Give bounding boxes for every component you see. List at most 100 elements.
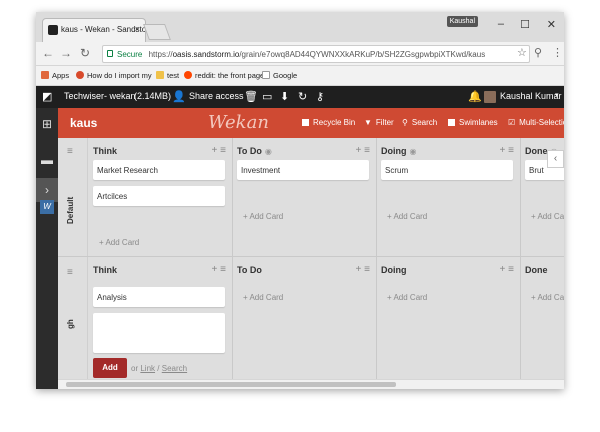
share-access-button[interactable]: Share access xyxy=(189,91,244,101)
collapse-sidebar-chevron-icon[interactable]: ‹ xyxy=(547,150,564,168)
composer-links: or Link / Search xyxy=(131,364,188,373)
notification-bell-icon[interactable]: 🔔 xyxy=(468,90,482,103)
list-title[interactable]: Doing ◉ xyxy=(381,146,416,156)
menu-kebab-icon[interactable]: ⋮ xyxy=(552,46,563,59)
board-title[interactable]: kaus xyxy=(70,116,97,130)
display-icon[interactable]: ▭ xyxy=(262,90,272,103)
list-add-menu-icon[interactable]: + ≡ xyxy=(500,145,514,156)
forward-icon[interactable]: → xyxy=(60,46,72,60)
trash-icon[interactable]: 🗑 xyxy=(244,90,258,103)
sandstorm-topbar: ◩ Techwiser- wekan (2.14MB) 👤 Share acce… xyxy=(36,86,564,108)
apps-grid-icon xyxy=(41,71,49,79)
new-tab-button[interactable] xyxy=(143,24,171,40)
search-link[interactable]: Search xyxy=(162,364,187,373)
list-title[interactable]: Done xyxy=(525,265,548,275)
add-card-link[interactable]: + Add Card xyxy=(243,293,283,302)
list-to-do: To Do + ≡ + Add Card xyxy=(233,257,377,379)
user-menu-caret-icon[interactable]: ▾ xyxy=(555,91,559,99)
folder-icon[interactable]: ▬ xyxy=(36,148,58,172)
list-add-menu-icon[interactable]: + ≡ xyxy=(212,264,226,275)
page-icon xyxy=(262,71,270,79)
add-card-link[interactable]: + Add Card xyxy=(531,293,564,302)
link-link[interactable]: Link xyxy=(140,364,155,373)
recycle-bin-button[interactable]: Recycle Bin xyxy=(302,118,355,127)
browser-tab[interactable]: kaus - Wekan - Sandstorm × xyxy=(42,18,146,42)
add-button[interactable]: Add xyxy=(93,358,127,378)
extension-icon[interactable]: ⚲ xyxy=(534,46,542,59)
minimize-icon[interactable]: – xyxy=(498,18,504,30)
bookmark-star-icon[interactable]: ☆ xyxy=(517,46,527,59)
scrollbar-thumb[interactable] xyxy=(66,382,396,387)
title-bar: kaus - Wekan - Sandstorm × Kaushal – ☐ ✕ xyxy=(36,12,564,42)
avatar[interactable] xyxy=(484,91,496,103)
grid-view-icon[interactable]: ⊞ xyxy=(36,112,58,136)
list-doing: Doing + ≡ + Add Card xyxy=(377,257,521,379)
add-card-link[interactable]: + Add Card xyxy=(531,212,564,221)
multi-selection-button[interactable]: ☑Multi-Selection xyxy=(508,118,564,127)
board: ≡ Default Think + ≡ Market Research Artc… xyxy=(58,138,564,379)
maximize-icon[interactable]: ☐ xyxy=(520,18,530,31)
card[interactable]: Analysis xyxy=(93,287,225,307)
wekan-header: kaus Wekan Recycle Bin ▼ Filter ⚲ Search S… xyxy=(58,108,564,138)
search-button[interactable]: ⚲ Search xyxy=(402,118,437,127)
sandstorm-sidebar: ⊞ ▬ › W xyxy=(36,108,58,389)
back-icon[interactable]: ← xyxy=(42,46,54,60)
sandstorm-logo-icon[interactable]: ◩ xyxy=(42,90,52,103)
grain-title[interactable]: Techwiser- wekan xyxy=(64,91,136,101)
close-window-icon[interactable]: ✕ xyxy=(547,18,556,31)
list-add-menu-icon[interactable]: + ≡ xyxy=(356,264,370,275)
swimlanes-icon xyxy=(448,119,455,126)
list-add-menu-icon[interactable]: + ≡ xyxy=(500,264,514,275)
bookmark-test[interactable]: test xyxy=(156,71,179,80)
key-icon[interactable]: ⚷ xyxy=(316,90,324,103)
watch-eye-icon: ◉ xyxy=(409,147,417,156)
list-title[interactable]: To Do ◉ xyxy=(237,146,272,156)
profile-badge[interactable]: Kaushal xyxy=(446,16,478,27)
url-host: oasis.sandstorm.io xyxy=(172,50,240,59)
swimlane-default-header[interactable]: ≡ Default xyxy=(58,138,88,256)
add-card-link[interactable]: + Add Card xyxy=(243,212,283,221)
sandstorm-favicon-icon xyxy=(48,25,58,35)
user-name[interactable]: Kaushal Kumar xyxy=(500,91,562,101)
card[interactable]: Market Research xyxy=(93,160,225,180)
browser-window: kaus - Wekan - Sandstorm × Kaushal – ☐ ✕… xyxy=(36,12,564,389)
url-input[interactable]: Secure https://oasis.sandstorm.io/grain/… xyxy=(102,45,530,63)
card[interactable]: Investment xyxy=(237,160,369,180)
card[interactable]: Scrum xyxy=(381,160,513,180)
add-card-link[interactable]: + Add Card xyxy=(387,293,427,302)
wekan-app-icon[interactable]: W xyxy=(40,200,54,214)
tab-close-icon[interactable]: × xyxy=(135,24,140,34)
bookmark-how-do-i-import[interactable]: How do I import my xyxy=(76,71,168,80)
folder-icon xyxy=(156,71,164,79)
card-composer-textarea[interactable] xyxy=(93,313,225,353)
list-add-menu-icon[interactable]: + ≡ xyxy=(356,145,370,156)
card[interactable]: Artcilces xyxy=(93,186,225,206)
list-add-menu-icon[interactable]: + ≡ xyxy=(212,145,226,156)
reload-icon[interactable]: ↻ xyxy=(80,46,90,60)
list-title[interactable]: To Do xyxy=(237,265,262,275)
restart-icon[interactable]: ↻ xyxy=(298,90,307,103)
tab-title: kaus - Wekan - Sandstorm xyxy=(61,25,146,34)
list-done: Done + Add Card xyxy=(521,257,564,379)
horizontal-scrollbar[interactable] xyxy=(58,379,564,389)
swimlanes-button[interactable]: Swimlanes xyxy=(448,118,498,127)
list-think: Think + ≡ Market Research Artcilces + Ad… xyxy=(89,138,233,256)
watch-eye-icon: ◉ xyxy=(264,147,272,156)
list-doing: Doing ◉ + ≡ Scrum + Add Card xyxy=(377,138,521,256)
list-title[interactable]: Think xyxy=(93,146,117,156)
site-favicon-icon xyxy=(76,71,84,79)
bookmark-google[interactable]: Google xyxy=(262,71,297,80)
filter-button[interactable]: ▼ Filter xyxy=(364,118,394,127)
reddit-icon xyxy=(184,71,192,79)
swimlane-title: Default xyxy=(66,196,75,224)
add-card-link[interactable]: + Add Card xyxy=(99,238,139,247)
list-title[interactable]: Doing xyxy=(381,265,407,275)
add-card-link[interactable]: + Add Card xyxy=(387,212,427,221)
swimlane-menu-icon[interactable]: ≡ xyxy=(67,146,73,157)
download-icon[interactable]: ⬇ xyxy=(280,90,289,103)
list-title[interactable]: Think xyxy=(93,265,117,275)
swimlane-gh-header[interactable]: ≡ gh xyxy=(58,257,88,379)
swimlane-menu-icon[interactable]: ≡ xyxy=(67,267,73,278)
bookmark-apps[interactable]: Apps xyxy=(41,71,69,80)
expand-chevron-icon[interactable]: › xyxy=(36,178,58,202)
